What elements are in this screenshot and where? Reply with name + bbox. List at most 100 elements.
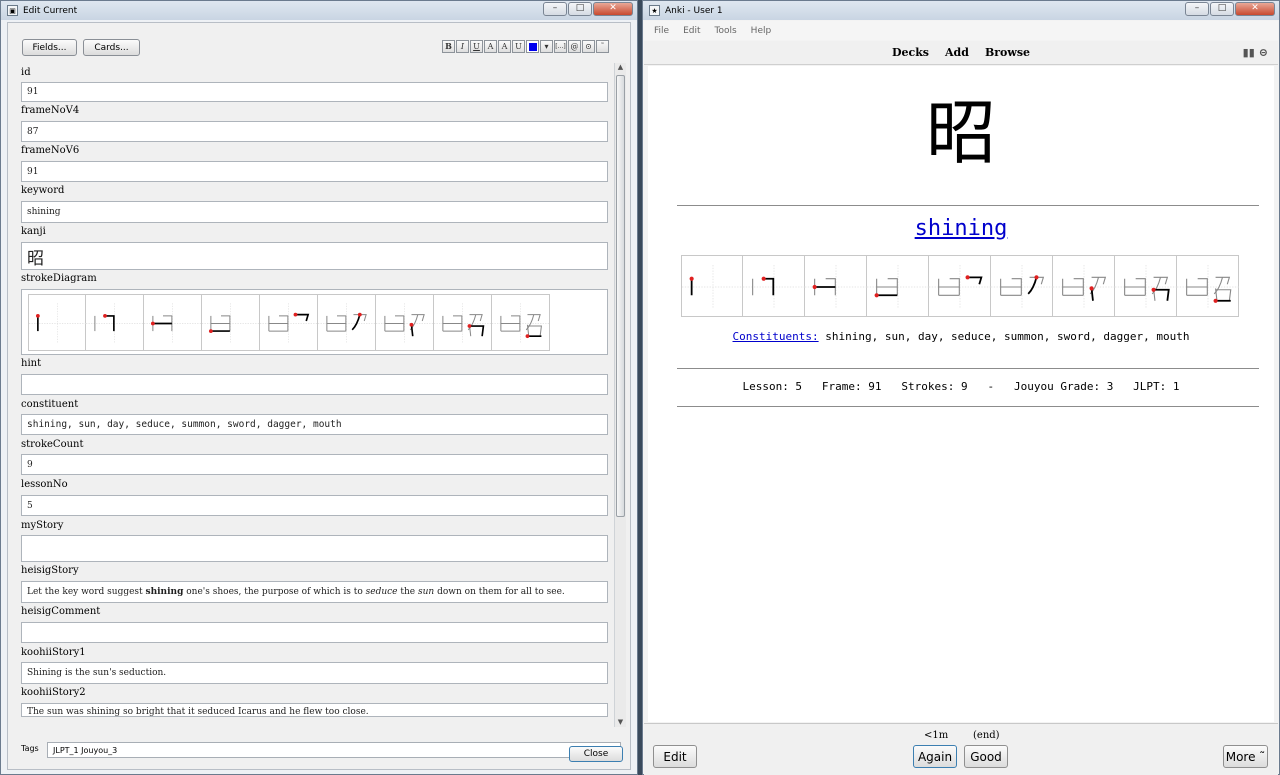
heisig-story-keyword: shining	[145, 587, 184, 597]
field-input-strokeCount[interactable]: 9	[21, 454, 608, 475]
review-card: 昭 shining Constituents: shining, sun, da…	[648, 66, 1274, 722]
italic-button[interactable]: I	[456, 40, 469, 53]
scroll-up-icon[interactable]: ▲	[616, 63, 625, 72]
menu-help[interactable]: Help	[751, 26, 772, 36]
scroll-down-icon[interactable]: ▼	[616, 718, 625, 727]
anki-maximize-button[interactable]: □	[1210, 2, 1234, 16]
fields-button[interactable]: Fields...	[22, 39, 77, 56]
edit-button[interactable]: Edit	[653, 745, 697, 768]
decks-link[interactable]: Decks	[892, 46, 929, 59]
field-input-kanji[interactable]: 昭	[21, 242, 608, 270]
card-stroke-diagram	[681, 255, 1239, 317]
stroke-step	[867, 255, 929, 317]
field-label-heisigStory: heisigStory	[21, 565, 79, 576]
record-icon[interactable]: ⊙	[582, 40, 595, 53]
again-due-label: <1m	[924, 730, 949, 741]
color-swatch-icon	[528, 43, 537, 51]
attach-icon[interactable]: @	[568, 40, 581, 53]
anki-minimize-button[interactable]: –	[1185, 2, 1209, 16]
anki-close-window-button[interactable]: ✕	[1235, 2, 1275, 16]
underline-button[interactable]: U	[470, 40, 483, 53]
card-meta-info: Lesson: 5 Frame: 91 Strokes: 9 - Jouyou …	[742, 380, 1180, 393]
edit-window-titlebar[interactable]: ▣ Edit Current – □ ✕	[1, 1, 637, 20]
anki-window-titlebar[interactable]: ★ Anki - User 1 – □ ✕	[643, 1, 1279, 20]
menu-file[interactable]: File	[654, 26, 669, 36]
stroke-step	[28, 294, 86, 351]
field-label-myStory: myStory	[21, 520, 64, 531]
field-label-lessonNo: lessonNo	[21, 479, 68, 490]
menu-edit[interactable]: Edit	[683, 26, 700, 36]
heisig-story-seduce: seduce	[365, 587, 398, 597]
field-input-hint[interactable]	[21, 374, 608, 395]
field-label-frameNoV4: frameNoV4	[21, 105, 80, 116]
sync-icon[interactable]: ⊝	[1259, 46, 1268, 59]
field-input-id[interactable]: 91	[21, 82, 608, 102]
field-input-myStory[interactable]	[21, 535, 608, 562]
constituents-line: Constituents: shining, sun, day, seduce,…	[648, 330, 1274, 343]
constituents-link[interactable]: Constituents:	[733, 330, 819, 343]
divider	[677, 205, 1259, 206]
anki-star-icon: ★	[649, 5, 660, 16]
stroke-step	[492, 294, 550, 351]
stroke-step	[144, 294, 202, 351]
stroke-step	[434, 294, 492, 351]
editor-panel: Fields... Cards... B I U A A U ▾ [...] @…	[7, 22, 631, 770]
scrollbar-thumb[interactable]	[616, 75, 625, 517]
field-input-keyword[interactable]: shining	[21, 201, 608, 223]
field-input-lessonNo[interactable]: 5	[21, 495, 608, 516]
again-button[interactable]: Again	[913, 745, 957, 768]
good-button[interactable]: Good	[964, 745, 1008, 768]
stroke-step	[202, 294, 260, 351]
field-input-heisigStory[interactable]: Let the key word suggest shining one's s…	[21, 581, 608, 603]
review-bottom-bar: Edit <1m (end) Again Good More ˜	[644, 723, 1278, 775]
field-label-keyword: keyword	[21, 185, 65, 196]
field-input-strokeDiagram[interactable]	[21, 289, 608, 355]
close-button[interactable]: Close	[569, 746, 623, 762]
field-input-koohiiStory2[interactable]: The sun was shining so bright that it se…	[21, 703, 608, 717]
stroke-step	[260, 294, 318, 351]
cloze-button[interactable]: [...]	[554, 40, 567, 53]
more-button[interactable]: More ˜	[1223, 745, 1268, 768]
tags-input[interactable]: JLPT_1 Jouyou_3	[47, 742, 621, 758]
field-input-frameNoV6[interactable]: 91	[21, 161, 608, 182]
stroke-step	[1177, 255, 1239, 317]
field-input-frameNoV4[interactable]: 87	[21, 121, 608, 142]
browse-link[interactable]: Browse	[985, 46, 1030, 59]
stroke-step	[1053, 255, 1115, 317]
more-format-button[interactable]: ˜	[596, 40, 609, 53]
editor-scrollbar[interactable]: ▲ ▼	[614, 63, 626, 727]
field-input-constituent[interactable]: shining, sun, day, seduce, summon, sword…	[21, 414, 608, 435]
field-input-heisigComment[interactable]	[21, 622, 608, 643]
field-label-hint: hint	[21, 358, 42, 369]
anki-main-window: ★ Anki - User 1 – □ ✕ File Edit Tools He…	[642, 0, 1280, 775]
bold-button[interactable]: B	[442, 40, 455, 53]
field-label-constituent: constituent	[21, 399, 79, 410]
stats-icon[interactable]: ▮▮	[1243, 46, 1255, 59]
stroke-step	[805, 255, 867, 317]
constituents-text: shining, sun, day, seduce, summon, sword…	[818, 330, 1190, 343]
minimize-button[interactable]: –	[543, 2, 567, 16]
heisig-story-text-3: the	[400, 587, 416, 597]
close-window-button[interactable]: ✕	[593, 2, 633, 16]
text-color-button[interactable]	[526, 40, 539, 53]
edit-window-title: Edit Current	[23, 5, 78, 16]
stroke-step	[929, 255, 991, 317]
maximize-button[interactable]: □	[568, 2, 592, 16]
stroke-step	[681, 255, 744, 317]
color-dropdown-button[interactable]: ▾	[540, 40, 553, 53]
menu-tools[interactable]: Tools	[715, 26, 737, 36]
field-input-koohiiStory1[interactable]: Shining is the sun's seduction.	[21, 662, 608, 684]
app-icon: ▣	[7, 5, 18, 16]
card-keyword-link[interactable]: shining	[648, 216, 1274, 241]
cards-button[interactable]: Cards...	[83, 39, 140, 56]
clear-format-button[interactable]: U	[512, 40, 525, 53]
subscript-button[interactable]: A	[498, 40, 511, 53]
stroke-step	[376, 294, 434, 351]
superscript-button[interactable]: A	[484, 40, 497, 53]
heisig-story-text-1: Let the key word suggest	[27, 587, 143, 597]
main-toolbar: Decks Add Browse ▮▮ ⊝	[644, 41, 1278, 65]
field-label-heisigComment: heisigComment	[21, 606, 101, 617]
card-kanji: 昭	[926, 92, 996, 174]
divider	[677, 368, 1259, 369]
add-link[interactable]: Add	[945, 46, 969, 59]
